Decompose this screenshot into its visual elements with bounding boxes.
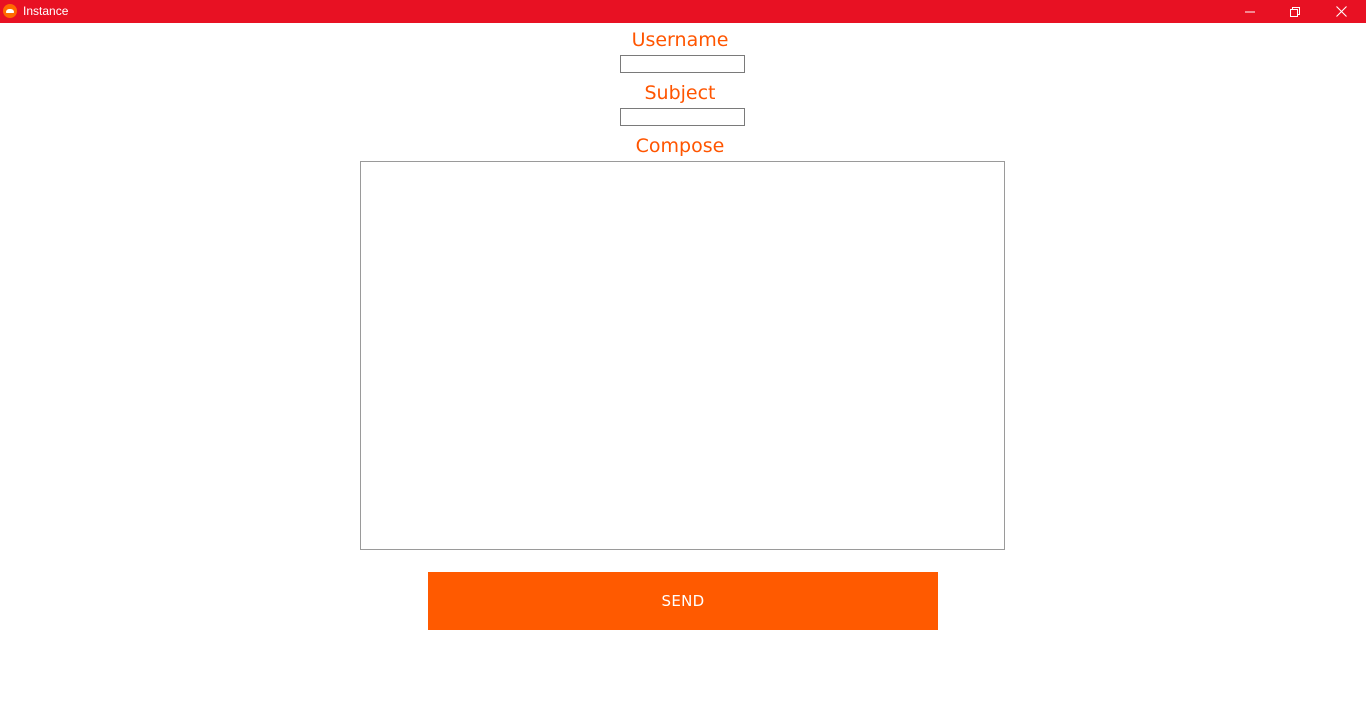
subject-input[interactable] (620, 108, 745, 126)
compose-label: Compose (635, 135, 725, 157)
minimize-icon (1245, 11, 1255, 12)
username-label: Username (631, 29, 729, 51)
window-title: Instance (23, 4, 69, 18)
send-button-label: SEND (661, 592, 705, 610)
restore-button[interactable] (1272, 0, 1318, 23)
minimize-button[interactable] (1227, 0, 1273, 23)
close-button[interactable] (1318, 0, 1364, 23)
compose-textarea[interactable] (360, 161, 1005, 550)
title-bar: Instance (0, 0, 1366, 23)
close-icon (1335, 6, 1347, 17)
restore-icon (1290, 6, 1300, 17)
username-input[interactable] (620, 55, 745, 73)
app-logo-icon (3, 4, 17, 18)
send-button[interactable]: SEND (428, 572, 938, 630)
subject-label: Subject (644, 82, 716, 104)
